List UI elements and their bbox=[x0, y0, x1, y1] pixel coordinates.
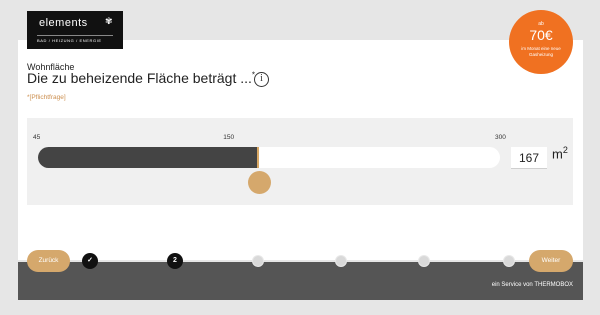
required-note: *[Pflichtfrage] bbox=[27, 94, 66, 101]
promo-badge[interactable]: ab 70€ im Monat eine neue Gasheizung bbox=[509, 10, 573, 74]
info-icon[interactable]: i bbox=[254, 72, 269, 87]
step-4 bbox=[335, 255, 347, 267]
slider-tick-max: 300 bbox=[495, 134, 506, 141]
next-button[interactable]: Weiter bbox=[529, 250, 573, 272]
step-5 bbox=[418, 255, 430, 267]
logo-divider bbox=[37, 35, 113, 36]
slider-tick-mid: 150 bbox=[223, 134, 235, 141]
area-slider-panel: 45 150 300 m2 bbox=[27, 118, 573, 205]
promo-amount: 70€ bbox=[529, 27, 553, 43]
unit-superscript: 2 bbox=[562, 145, 568, 155]
promo-text: im Monat eine neue Gasheizung bbox=[521, 46, 561, 57]
back-button[interactable]: Zurück bbox=[27, 250, 70, 272]
logo-tagline: BAD / HEIZUNG / ENERGIE bbox=[37, 38, 102, 43]
step-6 bbox=[503, 255, 515, 267]
unit-label: m2 bbox=[552, 145, 568, 161]
step-3 bbox=[252, 255, 264, 267]
step-1-check-icon[interactable]: ✓ bbox=[82, 253, 98, 269]
question-title-text: Die zu beheizende Fläche beträgt ... bbox=[27, 70, 252, 86]
logo: elements ✾ BAD / HEIZUNG / ENERGIE bbox=[27, 11, 123, 49]
step-2[interactable]: 2 bbox=[167, 253, 183, 269]
slider-tick-min: 45 bbox=[33, 134, 41, 141]
unit-text: m bbox=[552, 146, 563, 162]
question-title: Die zu beheizende Fläche beträgt ...* bbox=[27, 70, 255, 86]
slider-handle[interactable] bbox=[248, 171, 272, 194]
slider-track[interactable] bbox=[38, 147, 500, 168]
logo-text: elements bbox=[39, 17, 88, 29]
footer-bar: ein Service von THERMOBOX bbox=[18, 262, 583, 300]
slider-fill bbox=[38, 147, 260, 168]
service-credit: ein Service von THERMOBOX bbox=[491, 282, 573, 288]
flower-icon: ✾ bbox=[105, 16, 113, 26]
area-value-input[interactable] bbox=[511, 147, 547, 169]
